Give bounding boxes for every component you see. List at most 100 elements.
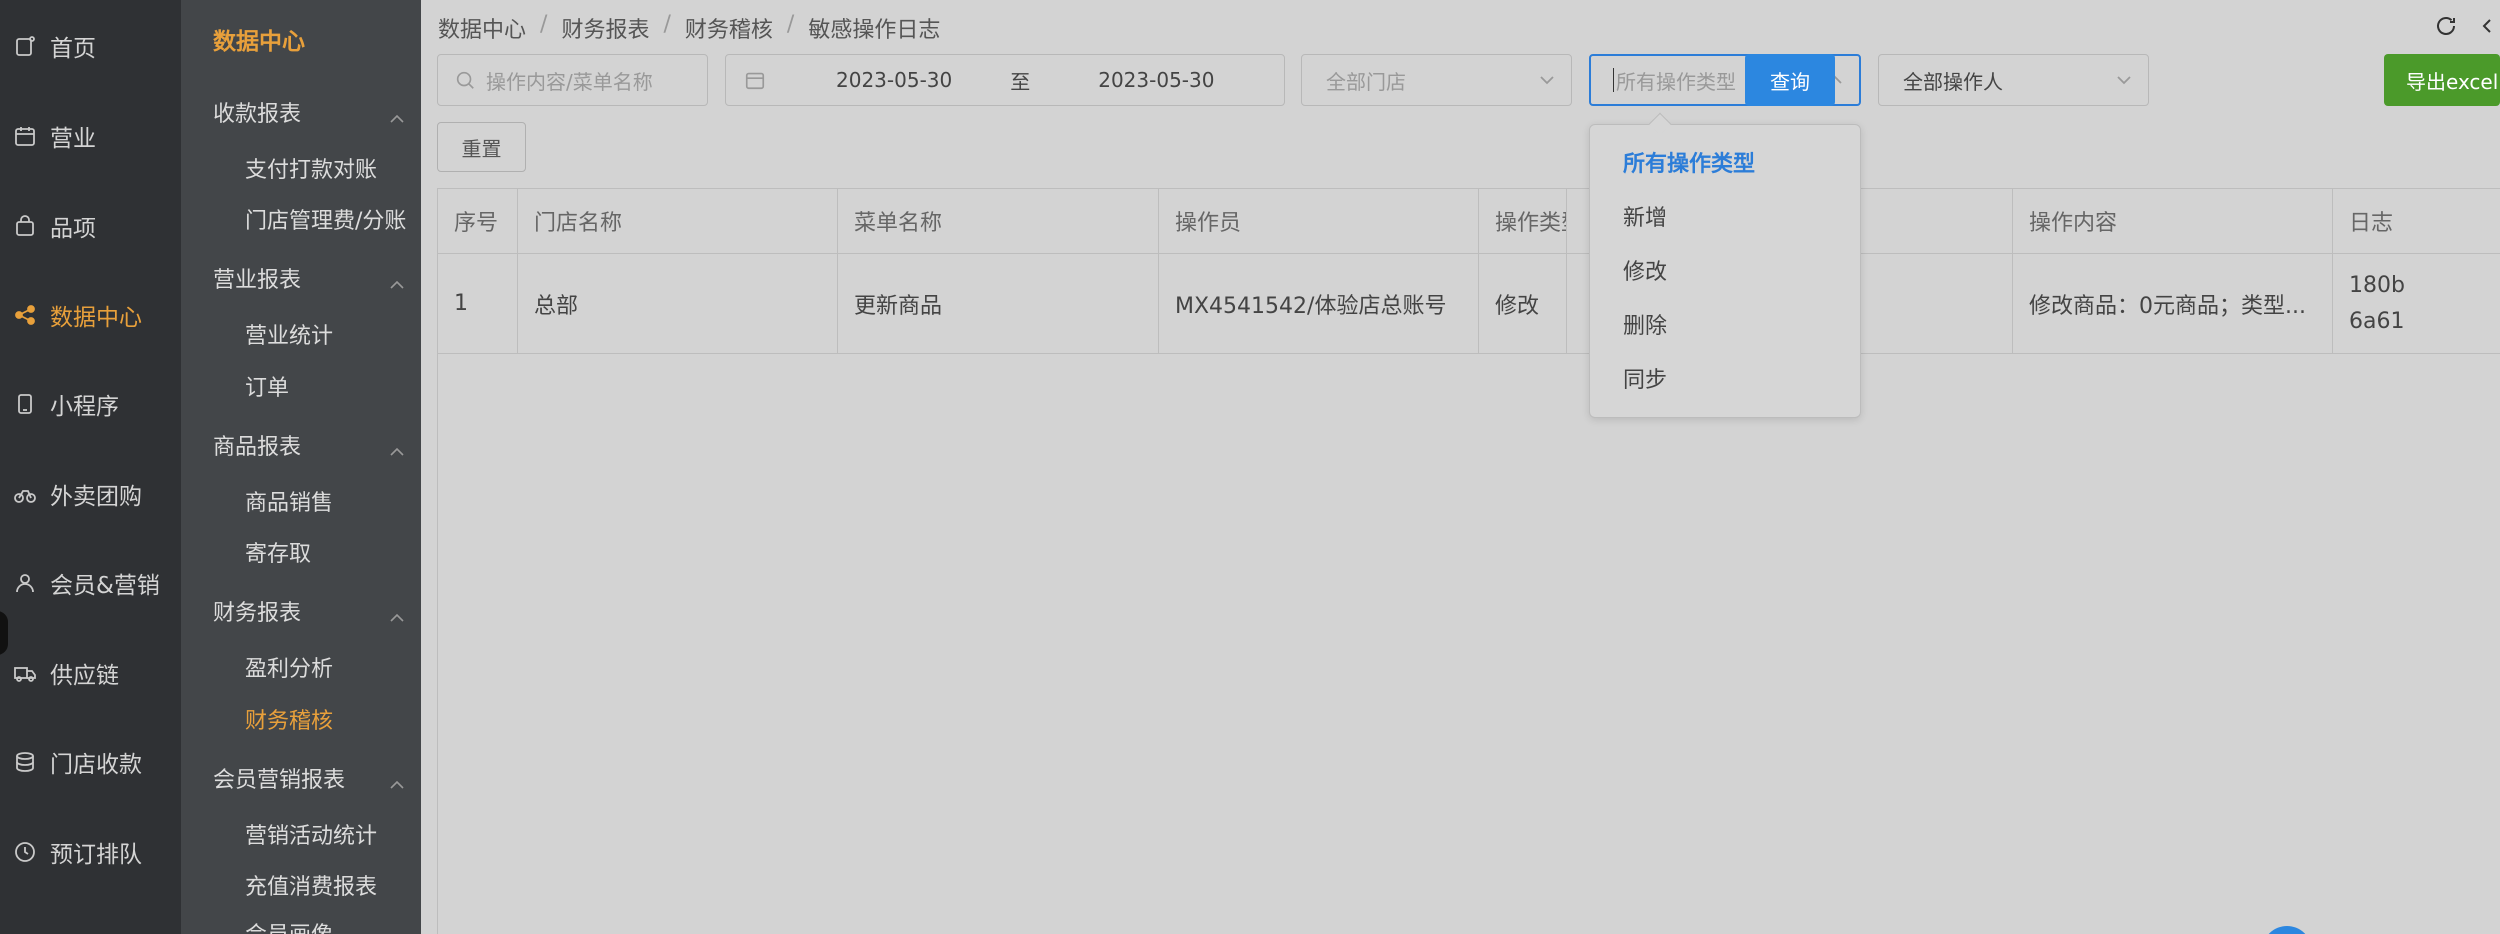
dropdown-arrow [1648, 112, 1672, 136]
nav-item-supply-chain[interactable]: 供应链 [0, 643, 181, 703]
sub-item-member-profile[interactable]: 会员画像 [245, 913, 333, 934]
chevron-down-icon [2116, 75, 2132, 85]
nav-item-products[interactable]: 品项 [0, 196, 181, 256]
nav-item-label: 会员&营销 [50, 573, 160, 599]
sub-item-product-sales[interactable]: 商品销售 [245, 481, 333, 521]
primary-sidebar: 首页 营业 品项 数据中心 小程序 外卖团购 会员&营销 供应链 门店收款 预订… [0, 0, 181, 934]
operator-select[interactable]: 全部操作人 [1878, 54, 2149, 106]
breadcrumb-item[interactable]: 财务报表 [561, 12, 649, 44]
query-button[interactable]: 查询 [1745, 54, 1835, 106]
log-table: 序号 门店名称 菜单名称 操作员 操作类型 渠道 操作内容 日志 1 总部 更新… [437, 188, 2500, 934]
nav-item-data-center[interactable]: 数据中心 [0, 285, 181, 345]
database-icon [12, 749, 38, 775]
header-index: 序号 [438, 189, 518, 253]
chevron-up-icon [389, 105, 404, 123]
group-label: 收款报表 [213, 102, 302, 127]
date-start[interactable]: 2023-05-30 [836, 68, 952, 92]
sub-item-profit-analysis[interactable]: 盈利分析 [245, 647, 333, 687]
group-label: 商品报表 [213, 435, 302, 460]
search-placeholder: 操作内容/菜单名称 [486, 69, 653, 94]
nav-item-members[interactable]: 会员&营销 [0, 553, 181, 613]
cell-index: 1 [438, 254, 518, 353]
sub-item-store-fee[interactable]: 门店管理费/分账 [245, 199, 406, 239]
calendar-icon [12, 123, 38, 149]
option-add[interactable]: 新增 [1590, 189, 1860, 243]
option-delete[interactable]: 删除 [1590, 297, 1860, 351]
group-payment-reports[interactable]: 收款报表 [213, 92, 404, 132]
nav-item-label: 品项 [50, 216, 96, 242]
bag-icon [12, 213, 38, 239]
floating-handle[interactable] [0, 611, 8, 655]
text-cursor [1613, 68, 1614, 92]
sub-item-campaign-stats[interactable]: 营销活动统计 [245, 814, 377, 854]
table-row[interactable]: 1 总部 更新商品 MX4541542/体验店总账号 修改 修改商品：0元商品；… [438, 254, 2500, 354]
nav-item-label: 外卖团购 [50, 484, 142, 510]
breadcrumb-separator: / [663, 12, 671, 37]
cell-op-content: 修改商品：0元商品；类型... [2013, 254, 2333, 353]
phone-icon [12, 391, 38, 417]
breadcrumb-separator: / [540, 12, 548, 37]
top-toolbar [2434, 14, 2500, 42]
nav-item-home[interactable]: 首页 [0, 16, 181, 76]
collapse-icon[interactable] [2476, 14, 2500, 42]
cell-store: 总部 [518, 254, 838, 353]
table-header: 序号 门店名称 菜单名称 操作员 操作类型 渠道 操作内容 日志 [438, 188, 2500, 254]
export-excel-button[interactable]: 导出excel [2384, 54, 2500, 106]
nav-item-reservation[interactable]: 预订排队 [0, 822, 181, 882]
secondary-sidebar: 数据中心 收款报表 支付打款对账 门店管理费/分账 营业报表 营业统计 订单 商… [181, 0, 421, 934]
nav-item-label: 预订排队 [50, 842, 142, 868]
nav-item-mini-program[interactable]: 小程序 [0, 374, 181, 434]
breadcrumb: 数据中心 / 财务报表 / 财务稽核 / 敏感操作日志 [438, 12, 940, 44]
chevron-up-icon [389, 771, 404, 789]
main-content: 数据中心 / 财务报表 / 财务稽核 / 敏感操作日志 操作内容/菜单名称 20… [421, 0, 2500, 934]
breadcrumb-item[interactable]: 数据中心 [438, 12, 526, 44]
operation-type-dropdown: 所有操作类型 新增 修改 删除 同步 [1589, 112, 1861, 418]
search-input[interactable]: 操作内容/菜单名称 [437, 54, 708, 106]
group-business-reports[interactable]: 营业报表 [213, 258, 404, 298]
option-sync[interactable]: 同步 [1590, 351, 1860, 405]
reset-button[interactable]: 重置 [437, 122, 526, 172]
bike-icon [12, 481, 38, 507]
date-end[interactable]: 2023-05-30 [1098, 68, 1214, 92]
group-product-reports[interactable]: 商品报表 [213, 425, 404, 465]
share-icon [12, 302, 38, 328]
date-range-picker[interactable]: 2023-05-30 至 2023-05-30 [725, 54, 1285, 106]
group-member-marketing-reports[interactable]: 会员营销报表 [213, 758, 404, 798]
header-op-content: 操作内容 [2013, 189, 2333, 253]
header-menu: 菜单名称 [838, 189, 1159, 253]
nav-item-delivery[interactable]: 外卖团购 [0, 464, 181, 524]
sub-item-storage[interactable]: 寄存取 [245, 532, 311, 572]
sub-item-orders[interactable]: 订单 [245, 366, 289, 406]
nav-item-business[interactable]: 营业 [0, 106, 181, 166]
nav-item-label: 门店收款 [50, 752, 142, 778]
sub-item-finance-audit[interactable]: 财务稽核 [245, 699, 333, 739]
sub-item-recharge-report[interactable]: 充值消费报表 [245, 865, 377, 905]
cell-log-line: 6a61 [2349, 308, 2405, 334]
section-title: 数据中心 [213, 29, 305, 55]
calendar-icon [744, 69, 766, 91]
header-log: 日志 [2349, 211, 2394, 236]
sub-item-business-stats[interactable]: 营业统计 [245, 314, 333, 354]
group-label: 营业报表 [213, 268, 302, 293]
header-operator: 操作员 [1159, 189, 1479, 253]
search-icon [454, 69, 476, 91]
breadcrumb-item[interactable]: 财务稽核 [685, 12, 773, 44]
cell-log-line: 180b [2349, 272, 2405, 298]
sub-item-payment-reconcile[interactable]: 支付打款对账 [245, 148, 377, 188]
chevron-up-icon [389, 271, 404, 289]
group-finance-reports[interactable]: 财务报表 [213, 591, 404, 631]
nav-item-label: 数据中心 [50, 305, 142, 331]
nav-item-label: 营业 [50, 126, 96, 152]
store-select-placeholder: 全部门店 [1326, 69, 1406, 94]
breadcrumb-separator: / [786, 12, 795, 37]
nav-item-store-payment[interactable]: 门店收款 [0, 732, 181, 792]
option-modify[interactable]: 修改 [1590, 243, 1860, 297]
refresh-icon[interactable] [2434, 14, 2458, 42]
option-all-types[interactable]: 所有操作类型 [1590, 135, 1860, 189]
home-icon [12, 33, 38, 59]
chevron-up-icon [389, 604, 404, 622]
cell-menu: 更新商品 [838, 254, 1159, 353]
nav-item-label: 小程序 [50, 394, 119, 420]
chevron-up-icon [389, 438, 404, 456]
store-select[interactable]: 全部门店 [1301, 54, 1572, 106]
